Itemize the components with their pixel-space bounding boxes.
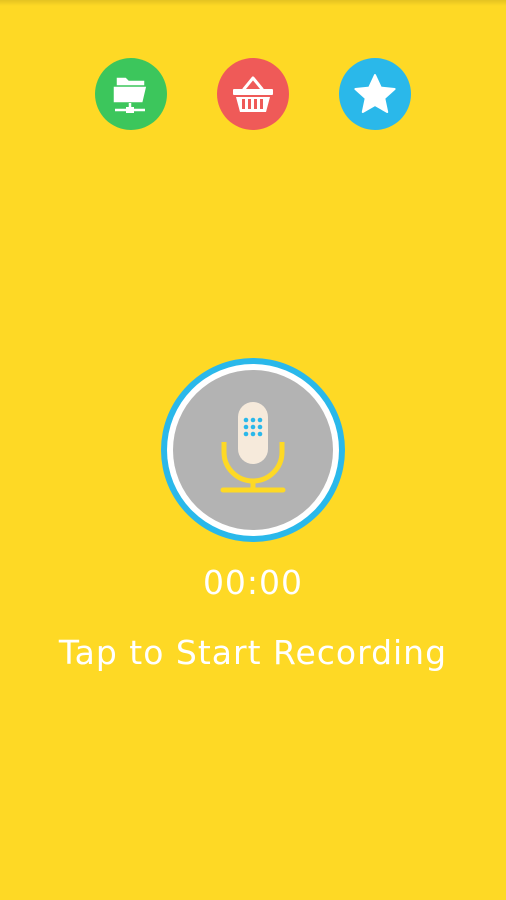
star-icon	[352, 72, 398, 116]
star-button[interactable]	[339, 58, 411, 130]
record-button[interactable]	[161, 358, 345, 542]
microphone-icon	[220, 402, 286, 493]
files-button[interactable]	[95, 58, 167, 130]
recording-timer: 00:00	[202, 563, 304, 602]
recorder-screen: 00:00 Tap to Start Recording	[0, 0, 506, 900]
status-shadow	[0, 0, 506, 6]
shopping-basket-icon	[228, 72, 278, 116]
start-recording-hint[interactable]: Tap to Start Recording	[0, 630, 506, 676]
folder-network-icon	[107, 72, 155, 116]
basket-button[interactable]	[217, 58, 289, 130]
